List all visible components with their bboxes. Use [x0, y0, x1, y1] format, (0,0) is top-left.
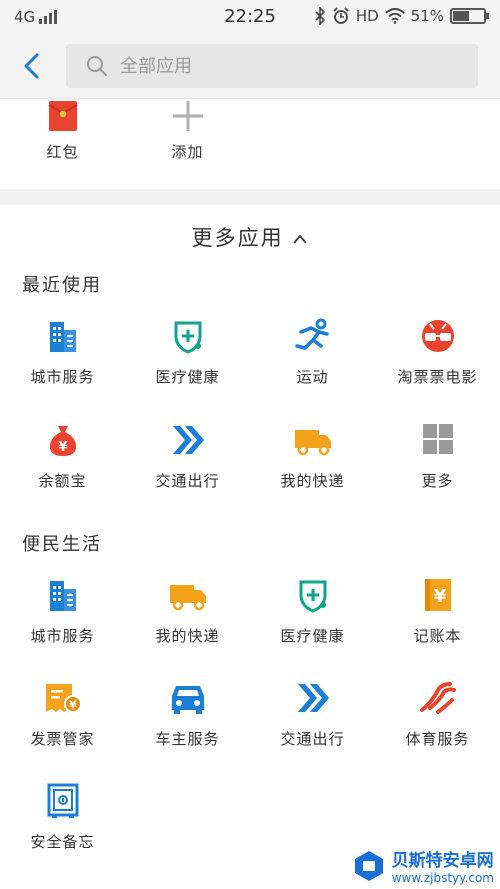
search-input[interactable] [118, 54, 442, 78]
app-label: 车主服务 [155, 730, 220, 748]
search-bar[interactable] [66, 44, 478, 88]
svg-text:¥: ¥ [58, 440, 67, 455]
safe-icon [47, 783, 78, 818]
home-apps-grid: 红包 添加 [0, 99, 500, 187]
app-label: 余额宝 [38, 472, 87, 490]
app-sport[interactable]: 运动 [250, 318, 375, 387]
app-label: 我的快递 [155, 627, 220, 645]
app-label: 添加 [171, 143, 204, 161]
building-icon [49, 581, 76, 611]
movie-glasses-icon [421, 320, 454, 352]
status-bar: 4G 22:25 HD 51% [0, 0, 500, 34]
red-envelope-icon [48, 101, 77, 131]
svg-text:¥: ¥ [69, 699, 77, 712]
watermark: 贝斯特安卓网 www.zjbstyy.com [352, 846, 494, 885]
medical-shield-icon [174, 321, 201, 354]
invoice-icon: ¥ [45, 684, 82, 713]
ledger-icon: ¥ [424, 579, 451, 611]
more-apps-toggle[interactable]: 更多应用 [0, 222, 500, 252]
watermark-url: www.zjbstyy.com [391, 871, 494, 885]
double-arrow-icon [297, 684, 329, 712]
status-icons: HD 51% [314, 7, 489, 25]
more-apps-title: 更多应用 [191, 226, 284, 250]
app-red-envelope[interactable]: 红包 [0, 99, 125, 162]
search-icon [87, 56, 107, 76]
watermark-title: 贝斯特安卓网 [391, 851, 494, 871]
life-section-title: 便民生活 [22, 534, 102, 555]
svg-text:¥: ¥ [433, 586, 446, 607]
app-label: 交通出行 [280, 730, 345, 748]
app-express[interactable]: 我的快递 [250, 422, 375, 491]
building-icon [49, 322, 76, 352]
recent-section-title: 最近使用 [22, 275, 102, 296]
car-icon [171, 686, 204, 714]
app-ledger[interactable]: ¥ 记账本 [375, 577, 500, 646]
app-medical[interactable]: 医疗健康 [250, 577, 375, 646]
app-sports-service[interactable]: 体育服务 [375, 680, 500, 749]
app-movie[interactable]: 淘票票电影 [375, 318, 500, 387]
truck-icon [169, 585, 206, 611]
app-label: 城市服务 [30, 368, 95, 386]
sports-icon [419, 682, 456, 714]
app-label: 医疗健康 [280, 627, 345, 645]
app-city-service[interactable]: 城市服务 [0, 318, 125, 387]
top-bar [0, 34, 500, 99]
section-divider [0, 189, 500, 205]
app-label: 记账本 [413, 627, 462, 645]
app-label: 更多 [421, 472, 454, 490]
app-car-owner[interactable]: 车主服务 [125, 680, 250, 749]
medical-shield-icon [299, 580, 326, 613]
app-label: 医疗健康 [155, 368, 220, 386]
hd-indicator: HD [355, 7, 379, 25]
alarm-icon [333, 7, 349, 24]
chevron-up-icon [293, 234, 308, 244]
app-safe-memo[interactable]: 安全备忘 [0, 783, 125, 852]
app-express[interactable]: 我的快递 [125, 577, 250, 646]
bluetooth-icon [315, 7, 325, 25]
app-label: 我的快递 [280, 472, 345, 490]
double-arrow-icon [172, 426, 204, 454]
battery-icon [450, 8, 489, 24]
app-yuebao[interactable]: ¥ 余额宝 [0, 422, 125, 491]
running-icon [294, 318, 329, 350]
app-transport[interactable]: 交通出行 [125, 422, 250, 491]
truck-icon [294, 430, 331, 456]
app-label: 红包 [46, 143, 79, 161]
money-bag-icon: ¥ [49, 426, 76, 456]
grid-more-icon [422, 424, 453, 454]
app-label: 城市服务 [30, 627, 95, 645]
app-more[interactable]: 更多 [375, 422, 500, 491]
app-label: 发票管家 [30, 730, 95, 748]
app-label: 安全备忘 [30, 833, 95, 851]
app-label: 体育服务 [405, 730, 470, 748]
watermark-logo-icon [354, 850, 383, 881]
app-transport[interactable]: 交通出行 [250, 680, 375, 749]
wifi-icon [384, 8, 405, 24]
app-medical[interactable]: 医疗健康 [125, 318, 250, 387]
battery-percent: 51% [410, 7, 444, 25]
plus-icon [172, 101, 203, 131]
battery-fill [453, 11, 470, 21]
app-label: 交通出行 [155, 472, 220, 490]
app-label: 淘票票电影 [397, 368, 478, 386]
app-add[interactable]: 添加 [125, 99, 250, 162]
app-city-service[interactable]: 城市服务 [0, 577, 125, 646]
app-label: 运动 [296, 368, 329, 386]
back-arrow-icon[interactable] [16, 50, 48, 82]
app-invoice[interactable]: ¥ 发票管家 [0, 680, 125, 749]
